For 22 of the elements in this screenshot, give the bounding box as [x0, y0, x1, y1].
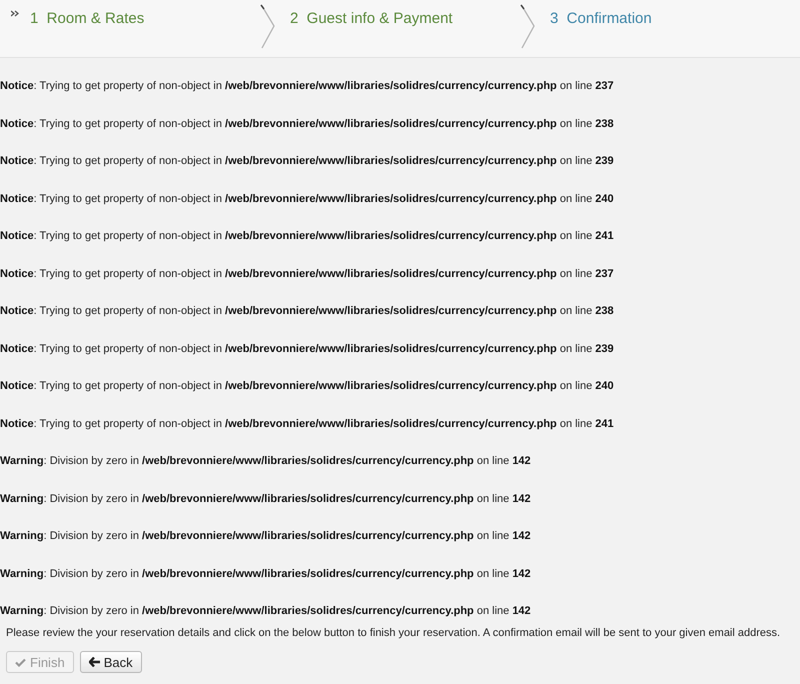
error-message: Warning: Division by zero in /web/brevonniere/www/libraries/solidres/currency/currency.php on line 142 [0, 455, 532, 468]
error-message: Notice: Trying to get property of non-object in /web/brevonniere/www/libraries/solidres/currency/currency.php on line 237 [0, 80, 615, 93]
error-message: Notice: Trying to get property of non-object in /web/brevonniere/www/libraries/solidres/currency/currency.php on line 239 [0, 342, 615, 356]
error-message: Notice: Trying to get property of non-object in /web/brevonniere/www/libraries/solidres/currency/currency.php on line 240 [0, 192, 615, 206]
error-message: Warning: Division by zero in /web/brevonniere/www/libraries/solidres/currency/currency.php on line 142 [0, 492, 532, 506]
step-tab[interactable]: 3 Confirmation [550, 10, 652, 27]
error-message: Warning: Division by zero in /web/brevonniere/www/libraries/solidres/currency/currency.php on line 142 [0, 605, 532, 618]
error-message: Notice: Trying to get property of non-object in /web/brevonniere/www/libraries/solidres/currency/currency.php on line 238 [0, 118, 615, 130]
step-tab[interactable]: 1 Room & Rates [30, 10, 144, 27]
error-message: Notice: Trying to get property of non-object in /web/brevonniere/www/libraries/solidres/currency/currency.php on line 238 [0, 305, 615, 318]
error-message: Warning: Division by zero in /web/brevonniere/www/libraries/solidres/currency/currency.php on line 142 [0, 568, 532, 580]
error-message: Notice: Trying to get property of non-object in /web/brevonniere/www/libraries/solidres/currency/currency.php on line 240 [0, 380, 615, 393]
chevron-divider-icon [520, 4, 536, 50]
error-message: Notice: Trying to get property of non-object in /web/brevonniere/www/libraries/solidres/currency/currency.php on line 237 [0, 268, 615, 280]
double-chevron-icon [11, 10, 19, 18]
error-message: Notice: Trying to get property of non-object in /web/brevonniere/www/libraries/solidres/currency/currency.php on line 241 [0, 418, 615, 430]
error-message: Notice: Trying to get property of non-object in /web/brevonniere/www/libraries/solidres/currency/currency.php on line 239 [0, 155, 615, 168]
chevron-divider-icon [260, 4, 276, 50]
error-message: Warning: Division by zero in /web/brevonniere/www/libraries/solidres/currency/currency.php on line 142 [0, 530, 532, 543]
step-tab[interactable]: 2 Guest info & Payment [290, 10, 453, 27]
error-message: Notice: Trying to get property of non-object in /web/brevonniere/www/libraries/solidres/currency/currency.php on line 241 [0, 230, 615, 243]
instructions-text: Please review the your reservation details and click on the below button to finish your reservation. A confirmation email will be sent to your given email address. [6, 627, 782, 640]
